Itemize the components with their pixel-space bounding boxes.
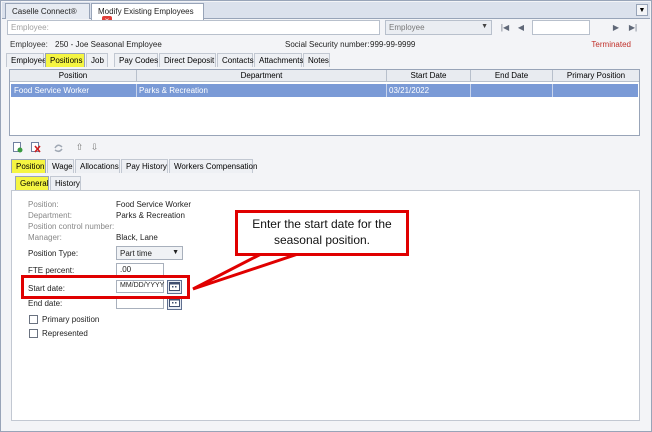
- instruction-callout: Enter the start date for the seasonal po…: [235, 210, 409, 256]
- app-window: Caselle Connect® Modify Existing Employe…: [0, 0, 652, 432]
- start-date-highlight: [21, 275, 190, 299]
